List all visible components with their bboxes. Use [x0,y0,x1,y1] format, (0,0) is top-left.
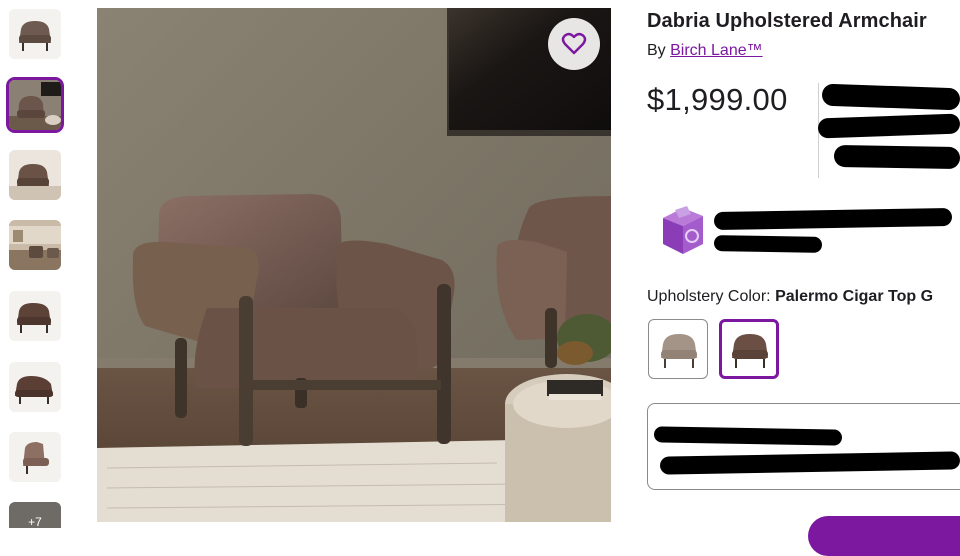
option-name: Upholstery Color: [647,288,771,305]
thumbnail-image [9,432,61,482]
product-price: $1,999.00 [647,82,788,117]
thumbnail-5[interactable] [9,291,61,341]
brand-link[interactable]: Birch Lane™ [670,42,763,59]
byline-prefix: By [647,42,666,59]
add-to-cart-button[interactable] [808,516,960,556]
thumbnail-image [9,362,61,412]
redacted-area [833,144,960,170]
redacted-area [653,426,843,446]
redacted-area [713,207,953,231]
thumbnail-2[interactable] [6,77,64,133]
thumbnail-6[interactable] [9,362,61,412]
brand-byline: By Birch Lane™ [647,42,763,60]
favorite-button[interactable] [548,18,600,70]
thumbnail-7[interactable] [9,432,61,482]
thumbnail-1[interactable] [9,9,61,59]
thumbnail-3[interactable] [9,150,61,200]
option-selected-value: Palermo Cigar Top G [775,288,934,305]
heart-outline-icon [561,32,587,55]
thumbnail-4[interactable] [9,220,61,270]
upholstery-color-label: Upholstery Color: Palermo Cigar Top G [647,288,933,306]
thumbnail-image [9,80,61,130]
thumbnail-image [9,9,61,59]
color-swatch-1[interactable] [648,319,708,379]
armchair-scene-image [97,8,611,522]
thumbnail-image [9,291,61,341]
more-images-button[interactable]: +7 [9,502,61,529]
redacted-area [713,235,823,253]
thumbnail-image [9,220,61,270]
gift-box-icon [663,206,703,254]
delivery-info-box [647,403,960,490]
more-images-count: +7 [28,515,42,529]
product-title: Dabria Upholstered Armchair [647,10,927,32]
redacted-area [817,113,960,139]
swatch-chair-image [732,334,768,368]
thumbnail-image [9,150,61,200]
swatch-chair-image [661,334,697,368]
main-product-image[interactable] [97,8,611,522]
redacted-area [821,83,960,111]
color-swatch-2[interactable] [719,319,779,379]
